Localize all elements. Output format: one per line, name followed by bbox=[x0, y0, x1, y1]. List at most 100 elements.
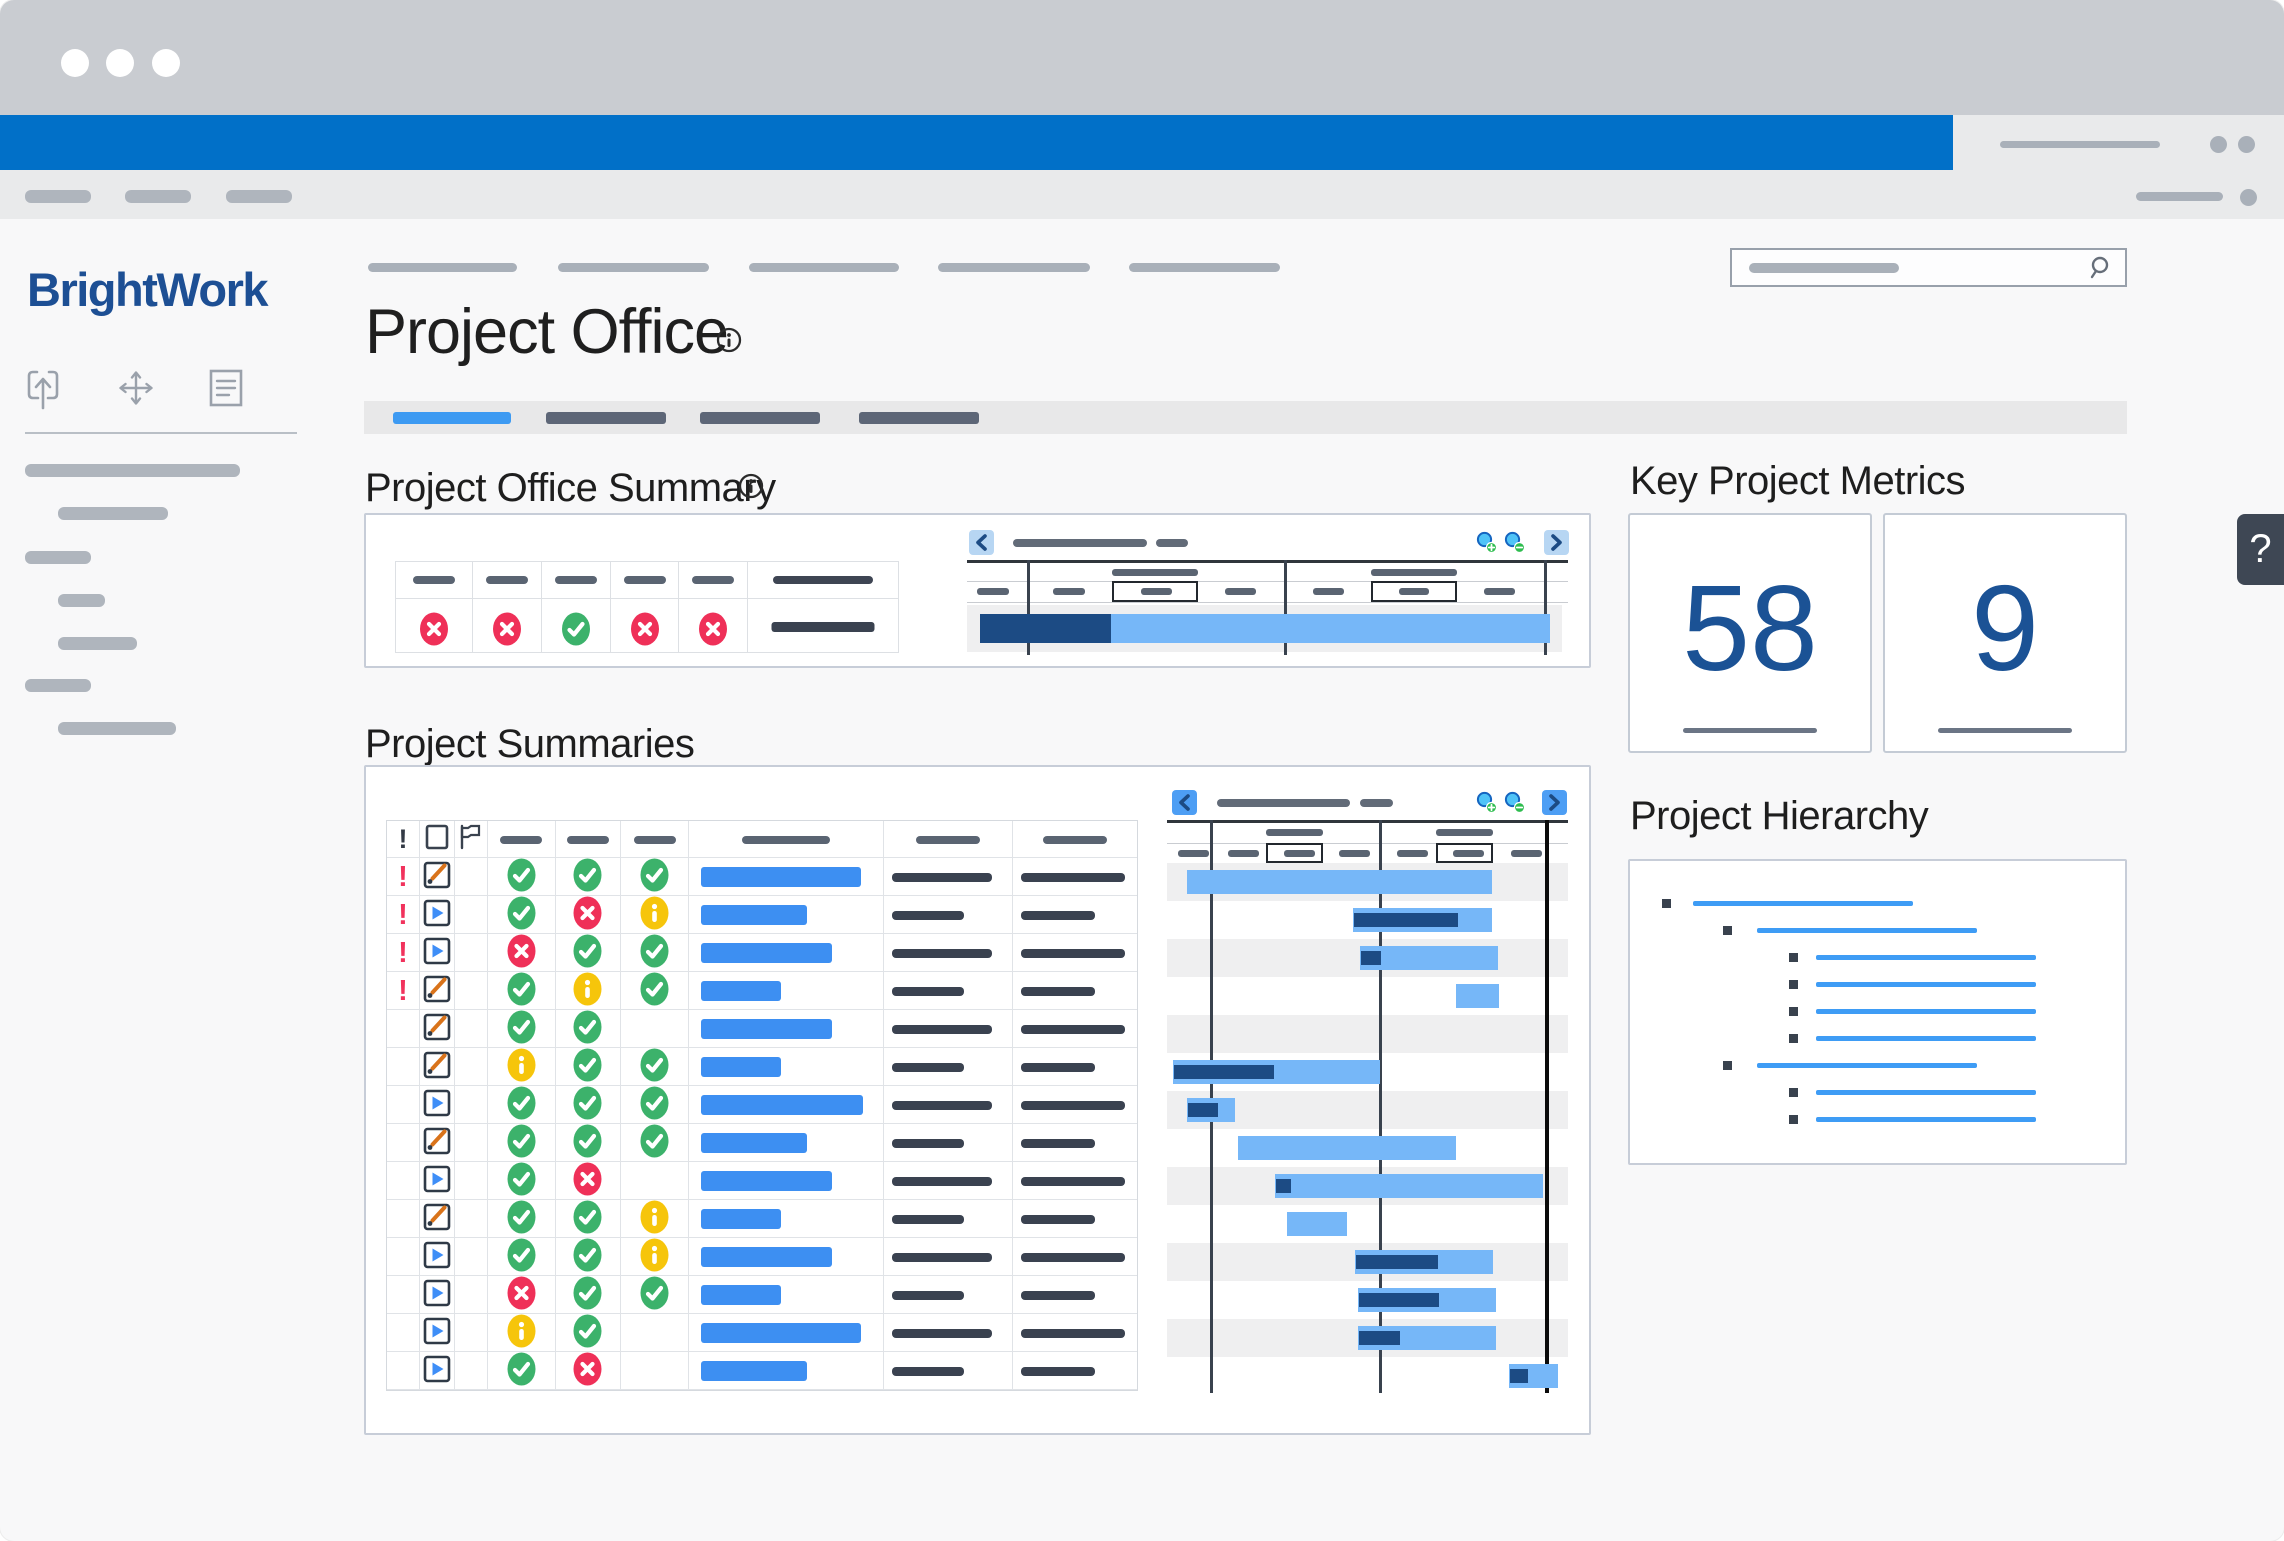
gantt-bar[interactable] bbox=[1287, 1212, 1347, 1236]
table-row[interactable] bbox=[387, 1124, 1137, 1162]
metric-card[interactable]: 58 bbox=[1628, 513, 1872, 753]
browser-button-dot[interactable] bbox=[2210, 136, 2227, 153]
play-document-icon[interactable] bbox=[423, 1165, 451, 1198]
project-name-link[interactable] bbox=[701, 1247, 832, 1267]
browser-button-dot[interactable] bbox=[2238, 136, 2255, 153]
project-name-link[interactable] bbox=[701, 943, 832, 963]
header-cell[interactable] bbox=[420, 821, 455, 858]
table-row[interactable]: ! bbox=[387, 972, 1137, 1010]
table-row[interactable] bbox=[387, 1162, 1137, 1200]
upload-icon[interactable] bbox=[25, 368, 61, 417]
window-control-dot[interactable] bbox=[106, 49, 134, 77]
sidebar-item-placeholder[interactable] bbox=[25, 551, 91, 564]
project-name-link[interactable] bbox=[701, 1285, 781, 1305]
gantt-scroll-left-button[interactable] bbox=[969, 530, 994, 555]
gantt-scroll-left-button[interactable] bbox=[1172, 790, 1197, 815]
tab-3[interactable] bbox=[700, 412, 820, 424]
search-icon[interactable] bbox=[2089, 255, 2115, 286]
zoom-in-icon[interactable] bbox=[1475, 791, 1498, 819]
edit-document-icon[interactable] bbox=[423, 1051, 451, 1084]
play-document-icon[interactable] bbox=[423, 1317, 451, 1350]
gantt-scroll-right-button[interactable] bbox=[1544, 530, 1569, 555]
tab-2[interactable] bbox=[546, 412, 666, 424]
tree-item-link[interactable] bbox=[1757, 928, 1977, 933]
header-cell[interactable]: ! bbox=[387, 821, 420, 858]
edit-document-icon[interactable] bbox=[423, 861, 451, 894]
header-cell[interactable] bbox=[455, 821, 488, 858]
header-cell[interactable] bbox=[1013, 821, 1137, 858]
tree-item-link[interactable] bbox=[1816, 1090, 2036, 1095]
sidebar-item-placeholder[interactable] bbox=[58, 507, 168, 520]
tree-item-link[interactable] bbox=[1693, 901, 1913, 906]
tree-item-link[interactable] bbox=[1816, 982, 2036, 987]
sidebar-item-placeholder[interactable] bbox=[58, 594, 105, 607]
tab-4[interactable] bbox=[859, 412, 979, 424]
edit-document-icon[interactable] bbox=[423, 1013, 451, 1046]
table-row[interactable] bbox=[387, 1276, 1137, 1314]
play-document-icon[interactable] bbox=[423, 1355, 451, 1388]
project-name-link[interactable] bbox=[701, 981, 781, 1001]
edit-document-icon[interactable] bbox=[423, 1127, 451, 1160]
tree-item-link[interactable] bbox=[1757, 1063, 1977, 1068]
window-control-dot[interactable] bbox=[152, 49, 180, 77]
metric-card[interactable]: 9 bbox=[1883, 513, 2127, 753]
edit-document-icon[interactable] bbox=[423, 975, 451, 1008]
project-name-link[interactable] bbox=[701, 1323, 861, 1343]
zoom-in-icon[interactable] bbox=[1475, 531, 1498, 559]
play-document-icon[interactable] bbox=[423, 1089, 451, 1122]
notes-icon[interactable] bbox=[207, 368, 245, 413]
sidebar-item-placeholder[interactable] bbox=[25, 679, 91, 692]
table-row[interactable] bbox=[387, 1048, 1137, 1086]
project-name-link[interactable] bbox=[701, 867, 861, 887]
table-row[interactable] bbox=[387, 1086, 1137, 1124]
project-name-link[interactable] bbox=[701, 1019, 832, 1039]
project-name-link[interactable] bbox=[701, 1209, 781, 1229]
breadcrumb[interactable] bbox=[938, 263, 1090, 272]
header-cell[interactable] bbox=[884, 821, 1014, 858]
gantt-bar[interactable] bbox=[1275, 1174, 1543, 1198]
table-row[interactable] bbox=[387, 1238, 1137, 1276]
project-name-link[interactable] bbox=[701, 1361, 807, 1381]
tab-1-active[interactable] bbox=[393, 412, 511, 424]
gantt-bar[interactable] bbox=[1187, 870, 1492, 894]
sidebar-item-placeholder[interactable] bbox=[25, 464, 240, 477]
play-document-icon[interactable] bbox=[423, 1279, 451, 1312]
browser-button-dot[interactable] bbox=[2240, 189, 2257, 206]
table-row[interactable]: ! bbox=[387, 934, 1137, 972]
table-row[interactable]: ! bbox=[387, 896, 1137, 934]
breadcrumb[interactable] bbox=[749, 263, 899, 272]
table-row[interactable]: ! bbox=[387, 858, 1137, 896]
header-cell[interactable] bbox=[689, 821, 883, 858]
table-row[interactable] bbox=[387, 1010, 1137, 1048]
window-control-dot[interactable] bbox=[61, 49, 89, 77]
project-name-link[interactable] bbox=[701, 1171, 832, 1191]
breadcrumb[interactable] bbox=[368, 263, 517, 272]
sidebar-item-placeholder[interactable] bbox=[58, 637, 137, 650]
move-icon[interactable] bbox=[116, 368, 156, 413]
tree-item-link[interactable] bbox=[1816, 1009, 2036, 1014]
info-icon[interactable] bbox=[738, 473, 764, 504]
sidebar-item-placeholder[interactable] bbox=[58, 722, 176, 735]
table-row[interactable] bbox=[387, 1200, 1137, 1238]
play-document-icon[interactable] bbox=[423, 1241, 451, 1274]
tree-item-link[interactable] bbox=[1816, 955, 2036, 960]
edit-document-icon[interactable] bbox=[423, 1203, 451, 1236]
header-cell[interactable] bbox=[556, 821, 622, 858]
project-name-link[interactable] bbox=[701, 1095, 863, 1115]
project-name-link[interactable] bbox=[701, 905, 807, 925]
info-icon[interactable] bbox=[716, 327, 742, 358]
gantt-bar[interactable] bbox=[1456, 984, 1499, 1008]
zoom-out-icon[interactable] bbox=[1503, 791, 1526, 819]
project-name-link[interactable] bbox=[701, 1057, 781, 1077]
gantt-bar[interactable] bbox=[1238, 1136, 1456, 1160]
play-document-icon[interactable] bbox=[423, 899, 451, 932]
help-button[interactable]: ? bbox=[2237, 514, 2284, 585]
search-input[interactable] bbox=[1730, 248, 2127, 287]
header-cell[interactable] bbox=[621, 821, 689, 858]
header-cell[interactable] bbox=[488, 821, 556, 858]
project-name-link[interactable] bbox=[701, 1133, 807, 1153]
breadcrumb[interactable] bbox=[558, 263, 709, 272]
zoom-out-icon[interactable] bbox=[1503, 531, 1526, 559]
tree-item-link[interactable] bbox=[1816, 1117, 2036, 1122]
gantt-scroll-right-button[interactable] bbox=[1542, 790, 1567, 815]
